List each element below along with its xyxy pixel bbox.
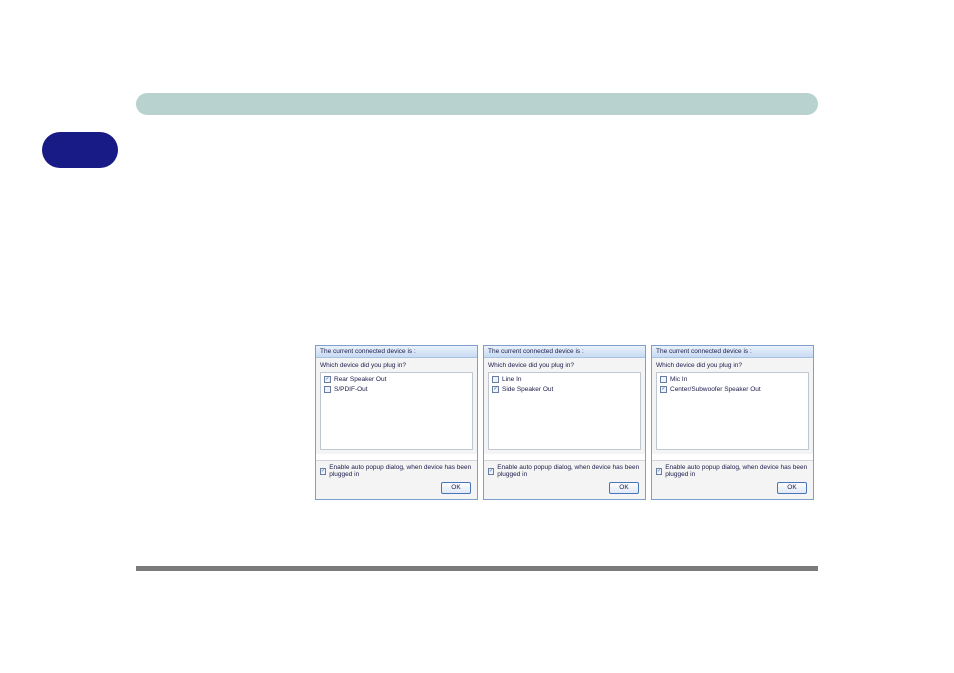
dialog-body: Which device did you plug in? ✓Rear Speak… (316, 358, 477, 454)
device-option[interactable]: Line In (492, 375, 637, 384)
auto-popup-label: Enable auto popup dialog, when device ha… (329, 464, 473, 478)
dialogs-row: The current connected device is :Which d… (315, 345, 814, 500)
page-footer-bar (136, 566, 818, 571)
ok-button[interactable]: OK (777, 482, 807, 494)
device-option-listbox: Mic In✓Center/Subwoofer Speaker Out (656, 372, 809, 450)
checkbox-icon[interactable]: ✓ (656, 468, 662, 475)
device-option-label: Rear Speaker Out (334, 375, 386, 384)
dialog-titlebar: The current connected device is : (484, 346, 645, 358)
device-option-listbox: ✓Rear Speaker OutS/PDIF-Out (320, 372, 473, 450)
checkbox-icon[interactable] (660, 376, 667, 383)
auto-popup-row[interactable]: ✓Enable auto popup dialog, when device h… (652, 461, 813, 480)
checkbox-icon[interactable] (492, 376, 499, 383)
ok-button[interactable]: OK (609, 482, 639, 494)
dialog-body: Which device did you plug in? Line In✓Sid… (484, 358, 645, 454)
device-option-label: Mic In (670, 375, 687, 384)
device-dialog: The current connected device is :Which d… (651, 345, 814, 500)
dialog-titlebar: The current connected device is : (316, 346, 477, 358)
device-option-label: S/PDIF-Out (334, 385, 368, 394)
dialog-button-row: OK (652, 480, 813, 499)
checkbox-icon[interactable]: ✓ (488, 468, 494, 475)
device-dialog: The current connected device is :Which d… (315, 345, 478, 500)
device-option-label: Line In (502, 375, 522, 384)
checkbox-icon[interactable]: ✓ (492, 386, 499, 393)
auto-popup-label: Enable auto popup dialog, when device ha… (665, 464, 809, 478)
dialog-titlebar: The current connected device is : (652, 346, 813, 358)
device-option[interactable]: ✓Center/Subwoofer Speaker Out (660, 385, 805, 394)
auto-popup-label: Enable auto popup dialog, when device ha… (497, 464, 641, 478)
dialog-question-label: Which device did you plug in? (656, 362, 809, 369)
dialog-question-label: Which device did you plug in? (320, 362, 473, 369)
device-option-label: Center/Subwoofer Speaker Out (670, 385, 761, 394)
device-dialog: The current connected device is :Which d… (483, 345, 646, 500)
checkbox-icon[interactable]: ✓ (324, 376, 331, 383)
dialog-button-row: OK (316, 480, 477, 499)
auto-popup-row[interactable]: ✓Enable auto popup dialog, when device h… (316, 461, 477, 480)
device-option[interactable]: ✓Side Speaker Out (492, 385, 637, 394)
checkbox-icon[interactable] (324, 386, 331, 393)
section-header-band (136, 93, 818, 115)
section-number-badge (42, 132, 118, 168)
checkbox-icon[interactable]: ✓ (660, 386, 667, 393)
device-option[interactable]: ✓Rear Speaker Out (324, 375, 469, 384)
dialog-question-label: Which device did you plug in? (488, 362, 641, 369)
dialog-button-row: OK (484, 480, 645, 499)
device-option[interactable]: Mic In (660, 375, 805, 384)
device-option-listbox: Line In✓Side Speaker Out (488, 372, 641, 450)
checkbox-icon[interactable]: ✓ (320, 468, 326, 475)
auto-popup-row[interactable]: ✓Enable auto popup dialog, when device h… (484, 461, 645, 480)
dialog-body: Which device did you plug in? Mic In✓Cent… (652, 358, 813, 454)
device-option[interactable]: S/PDIF-Out (324, 385, 469, 394)
device-option-label: Side Speaker Out (502, 385, 553, 394)
ok-button[interactable]: OK (441, 482, 471, 494)
